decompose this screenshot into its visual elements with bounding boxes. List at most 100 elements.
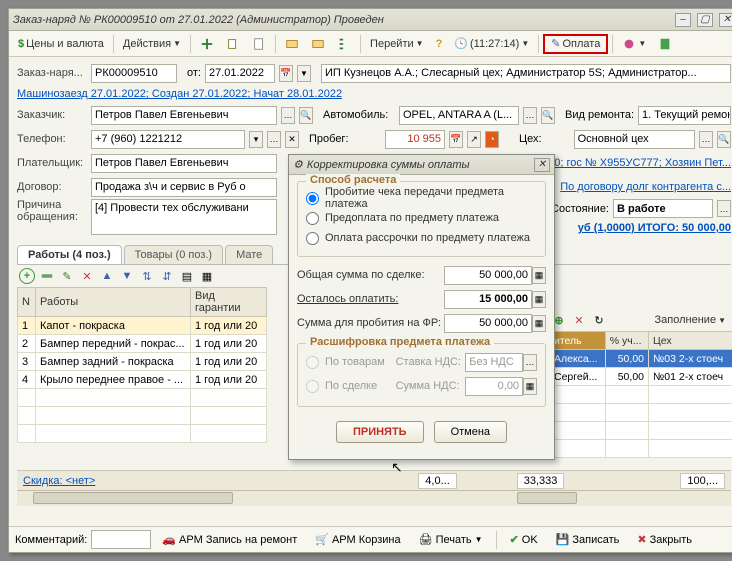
h-scrollbar[interactable] <box>17 490 731 506</box>
radio-installment[interactable]: Оплата рассрочки по предмету платежа <box>306 228 537 248</box>
phone-c[interactable]: ✕ <box>285 131 299 148</box>
total-calc[interactable]: ▦ <box>532 267 546 284</box>
dialog-close-button[interactable]: ✕ <box>534 158 550 172</box>
phone-b[interactable]: … <box>267 131 281 148</box>
save-button[interactable]: 💾Записать <box>549 530 627 550</box>
tool-d[interactable] <box>280 34 304 54</box>
car-lookup[interactable]: … <box>523 107 537 124</box>
discount-link[interactable]: Скидка: <нет> <box>23 475 95 487</box>
del-row-button[interactable]: ✕ <box>79 268 95 284</box>
phone-input[interactable]: +7 (960) 1221212 <box>91 130 245 149</box>
status-link[interactable]: Машинозаезд 27.01.2022; Создан 27.01.202… <box>17 88 342 100</box>
sort-b-button[interactable]: ⇵ <box>159 268 175 284</box>
contract-link[interactable]: По договору долг контрагента с... <box>560 181 731 193</box>
doc-num-input[interactable]: РК00009510 <box>91 64 177 83</box>
fill-button[interactable]: Заполнение▼ <box>650 310 731 330</box>
car-input[interactable]: OPEL, ANTARA A (L... <box>399 106 519 125</box>
down-button[interactable]: ▼ <box>119 268 135 284</box>
arm-repair-button[interactable]: 🚗АРМ Запись на ремонт <box>155 530 304 550</box>
mileage-input[interactable]: 10 955 <box>385 130 445 149</box>
sort-a-button[interactable]: ⇅ <box>139 268 155 284</box>
shop-lookup[interactable]: … <box>699 131 713 148</box>
fr-input[interactable]: 50 000,00 <box>444 314 532 333</box>
fr-calc[interactable]: ▦ <box>532 315 546 332</box>
up-button[interactable]: ▲ <box>99 268 115 284</box>
table-row[interactable]: Алекса...50,00№03 2-х стоеч <box>550 350 732 368</box>
arm-cart-button[interactable]: 🛒АРМ Корзина <box>308 530 407 550</box>
shop-open[interactable]: 🔍 <box>717 131 731 148</box>
phone-a[interactable]: ▾ <box>249 131 263 148</box>
table-row[interactable] <box>18 389 267 407</box>
payment-button[interactable]: ✎Оплата <box>543 34 608 54</box>
col-worker[interactable]: итель <box>550 332 606 350</box>
clock-button[interactable]: 🕓(11:27:14)▼ <box>449 34 534 54</box>
tool-f[interactable] <box>332 34 356 54</box>
accept-button[interactable]: ПРИНЯТЬ <box>336 421 424 443</box>
col-warranty[interactable]: Вид гарантии <box>191 288 267 317</box>
date-dd-button[interactable]: ▼ <box>297 65 311 82</box>
tool-a[interactable] <box>195 34 219 54</box>
left-input[interactable]: 15 000,00 <box>444 290 532 309</box>
left-calc[interactable]: ▦ <box>532 291 546 308</box>
col-n[interactable]: N <box>18 288 36 317</box>
table-row[interactable] <box>550 404 732 422</box>
shop-input[interactable]: Основной цех <box>574 130 695 149</box>
left-label[interactable]: Осталось оплатить: <box>297 293 444 305</box>
mileage-b[interactable]: ↗ <box>467 131 481 148</box>
calendar-button[interactable]: 📅 <box>279 65 293 82</box>
col-shop[interactable]: Цех <box>649 332 732 350</box>
table-row[interactable]: 1Капот - покраска1 год или 20 <box>18 317 267 335</box>
col-work[interactable]: Работы <box>36 288 191 317</box>
tool-c[interactable] <box>247 34 271 54</box>
tool-g[interactable]: ▼ <box>617 34 651 54</box>
insert-row-button[interactable] <box>39 268 55 284</box>
tab-works[interactable]: Работы (4 поз.) <box>17 245 122 264</box>
print-button[interactable]: 🖨Печать▼ <box>412 530 490 550</box>
del-worker-button[interactable]: ✕ <box>571 312 587 328</box>
radio-receipt[interactable]: Пробитие чека передачи предмета платежа <box>306 188 537 208</box>
tab-materials[interactable]: Мате <box>225 245 273 264</box>
table-row[interactable]: 2Бампер передний - покрас...1 год или 20 <box>18 335 267 353</box>
repair-type-input[interactable]: 1. Текущий ремон <box>638 106 731 125</box>
state-input[interactable]: В работе <box>613 199 713 218</box>
close-form-button[interactable]: ✖Закрыть <box>630 530 699 550</box>
tool-e[interactable] <box>306 34 330 54</box>
mileage-c[interactable]: ◔ <box>485 131 499 148</box>
radio-prepay[interactable]: Предоплата по предмету платежа <box>306 208 537 228</box>
total-link[interactable]: уб (1,0000) ИТОГО: 50 000,00 <box>578 222 731 234</box>
more-a-button[interactable]: ▤ <box>179 268 195 284</box>
goto-button[interactable]: Перейти▼ <box>365 34 429 54</box>
ok-button[interactable]: ✔OK <box>503 530 545 550</box>
customer-lookup[interactable]: … <box>281 107 295 124</box>
table-row[interactable] <box>550 386 732 404</box>
org-input[interactable]: ИП Кузнецов А.А.; Слесарный цех; Админис… <box>321 64 731 83</box>
vehicle-link[interactable]: 0; гос № X955УС777; Хозяин Пет... <box>554 157 731 169</box>
edit-row-button[interactable]: ✎ <box>59 268 75 284</box>
table-row[interactable] <box>550 422 732 440</box>
more-b-button[interactable]: ▦ <box>199 268 215 284</box>
table-row[interactable] <box>550 440 732 458</box>
customer-input[interactable]: Петров Павел Евгеньевич <box>91 106 277 125</box>
tool-h[interactable] <box>653 34 677 54</box>
refresh-worker-button[interactable]: ↻ <box>591 312 607 328</box>
comment-input[interactable] <box>91 530 151 549</box>
maximize-button[interactable]: ▢ <box>697 13 713 27</box>
table-row[interactable] <box>18 407 267 425</box>
cancel-button[interactable]: Отмена <box>434 421 507 443</box>
customer-open[interactable]: 🔍 <box>299 107 313 124</box>
reason-input[interactable]: [4] Провести тех обслуживани <box>91 199 277 235</box>
table-row[interactable]: Сергей...50,00№01 2-х стоеч <box>550 368 732 386</box>
car-open[interactable]: 🔍 <box>541 107 555 124</box>
doc-date-input[interactable]: 27.01.2022 <box>205 64 275 83</box>
table-row[interactable] <box>18 425 267 443</box>
col-pct[interactable]: % уч... <box>605 332 648 350</box>
price-button[interactable]: $Цены и валюта <box>13 34 109 54</box>
mileage-a[interactable]: 📅 <box>449 131 463 148</box>
table-row[interactable]: 3Бампер задний - покраска1 год или 20 <box>18 353 267 371</box>
minimize-button[interactable]: – <box>675 13 691 27</box>
help-button[interactable]: ? <box>431 34 448 54</box>
actions-button[interactable]: Действия▼ <box>118 34 186 54</box>
contract-input[interactable]: Продажа з\ч и сервис в Руб о <box>91 178 277 197</box>
tool-b[interactable] <box>221 34 245 54</box>
add-row-button[interactable]: + <box>19 268 35 284</box>
